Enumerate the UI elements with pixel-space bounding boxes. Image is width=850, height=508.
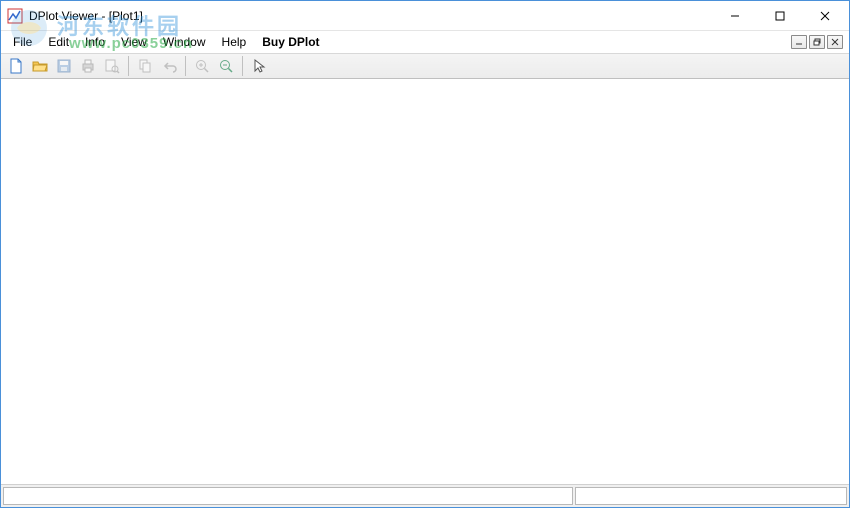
- save-icon: [56, 58, 72, 74]
- minimize-button[interactable]: [712, 1, 757, 30]
- zoom-out-button[interactable]: [215, 55, 237, 77]
- new-file-icon: [8, 58, 24, 74]
- undo-button[interactable]: [158, 55, 180, 77]
- status-pane-right: [575, 487, 847, 505]
- app-icon: [7, 8, 23, 24]
- new-file-button[interactable]: [5, 55, 27, 77]
- cursor-button[interactable]: [248, 55, 270, 77]
- mdi-controls: [791, 35, 843, 49]
- toolbar-separator: [242, 56, 243, 76]
- zoom-in-icon: [194, 58, 210, 74]
- toolbar: [1, 53, 849, 79]
- window-title: DPlot Viewer - [Plot1]: [29, 9, 143, 23]
- copy-icon: [137, 58, 153, 74]
- open-button[interactable]: [29, 55, 51, 77]
- window-controls: [712, 1, 847, 30]
- plot-area[interactable]: [1, 79, 849, 485]
- status-bar: [1, 485, 849, 507]
- title-bar: DPlot Viewer - [Plot1]: [1, 1, 849, 31]
- menu-help[interactable]: Help: [214, 33, 255, 51]
- mdi-restore-button[interactable]: [809, 35, 825, 49]
- print-preview-button[interactable]: [101, 55, 123, 77]
- menu-info[interactable]: Info: [77, 33, 113, 51]
- menu-buy-dplot[interactable]: Buy DPlot: [254, 33, 327, 51]
- app-window: 河东软件园 www.pc0359.cn DPlot Viewer - [Plot…: [0, 0, 850, 508]
- mdi-minimize-button[interactable]: [791, 35, 807, 49]
- maximize-button[interactable]: [757, 1, 802, 30]
- print-button[interactable]: [77, 55, 99, 77]
- menu-file[interactable]: File: [5, 33, 40, 51]
- zoom-out-icon: [218, 58, 234, 74]
- close-button[interactable]: [802, 1, 847, 30]
- mdi-close-button[interactable]: [827, 35, 843, 49]
- print-preview-icon: [104, 58, 120, 74]
- status-pane-left: [3, 487, 573, 505]
- menu-bar: File Edit Info View Window Help Buy DPlo…: [1, 31, 849, 53]
- cursor-icon: [251, 58, 267, 74]
- open-folder-icon: [32, 58, 48, 74]
- menu-window[interactable]: Window: [155, 33, 214, 51]
- menu-view[interactable]: View: [113, 33, 155, 51]
- print-icon: [80, 58, 96, 74]
- menu-edit[interactable]: Edit: [40, 33, 77, 51]
- save-button[interactable]: [53, 55, 75, 77]
- zoom-in-button[interactable]: [191, 55, 213, 77]
- undo-icon: [161, 58, 177, 74]
- toolbar-separator: [128, 56, 129, 76]
- copy-button[interactable]: [134, 55, 156, 77]
- toolbar-separator: [185, 56, 186, 76]
